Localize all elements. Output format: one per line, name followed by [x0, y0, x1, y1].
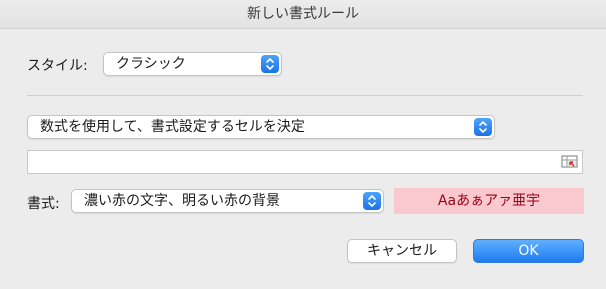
rule-type-popup-value: 数式を使用して、書式設定するセルを決定 [40, 119, 305, 135]
format-preview: Aaあぁアァ亜宇 [394, 188, 584, 214]
format-label: 書式: [27, 196, 60, 212]
ok-button[interactable]: OK [473, 239, 584, 263]
cell-range-picker-icon[interactable] [561, 154, 579, 174]
formula-input[interactable] [28, 151, 556, 173]
format-popup-value: 濃い赤の文字、明るい赤の背景 [84, 193, 280, 209]
format-popup[interactable]: 濃い赤の文字、明るい赤の背景 [71, 189, 384, 213]
window-title-bar: 新しい書式ルール [0, 0, 606, 29]
style-label: スタイル: [27, 58, 88, 74]
updown-chevron-icon [474, 118, 492, 136]
updown-chevron-icon [363, 192, 381, 210]
section-divider [27, 95, 583, 96]
window-title: 新しい書式ルール [247, 6, 359, 22]
updown-chevron-icon [261, 55, 279, 73]
style-popup-value: クラシック [116, 56, 186, 72]
rule-type-popup[interactable]: 数式を使用して、書式設定するセルを決定 [27, 115, 495, 139]
cancel-button[interactable]: キャンセル [347, 239, 457, 263]
style-popup[interactable]: クラシック [103, 52, 282, 76]
formula-field [27, 150, 583, 174]
